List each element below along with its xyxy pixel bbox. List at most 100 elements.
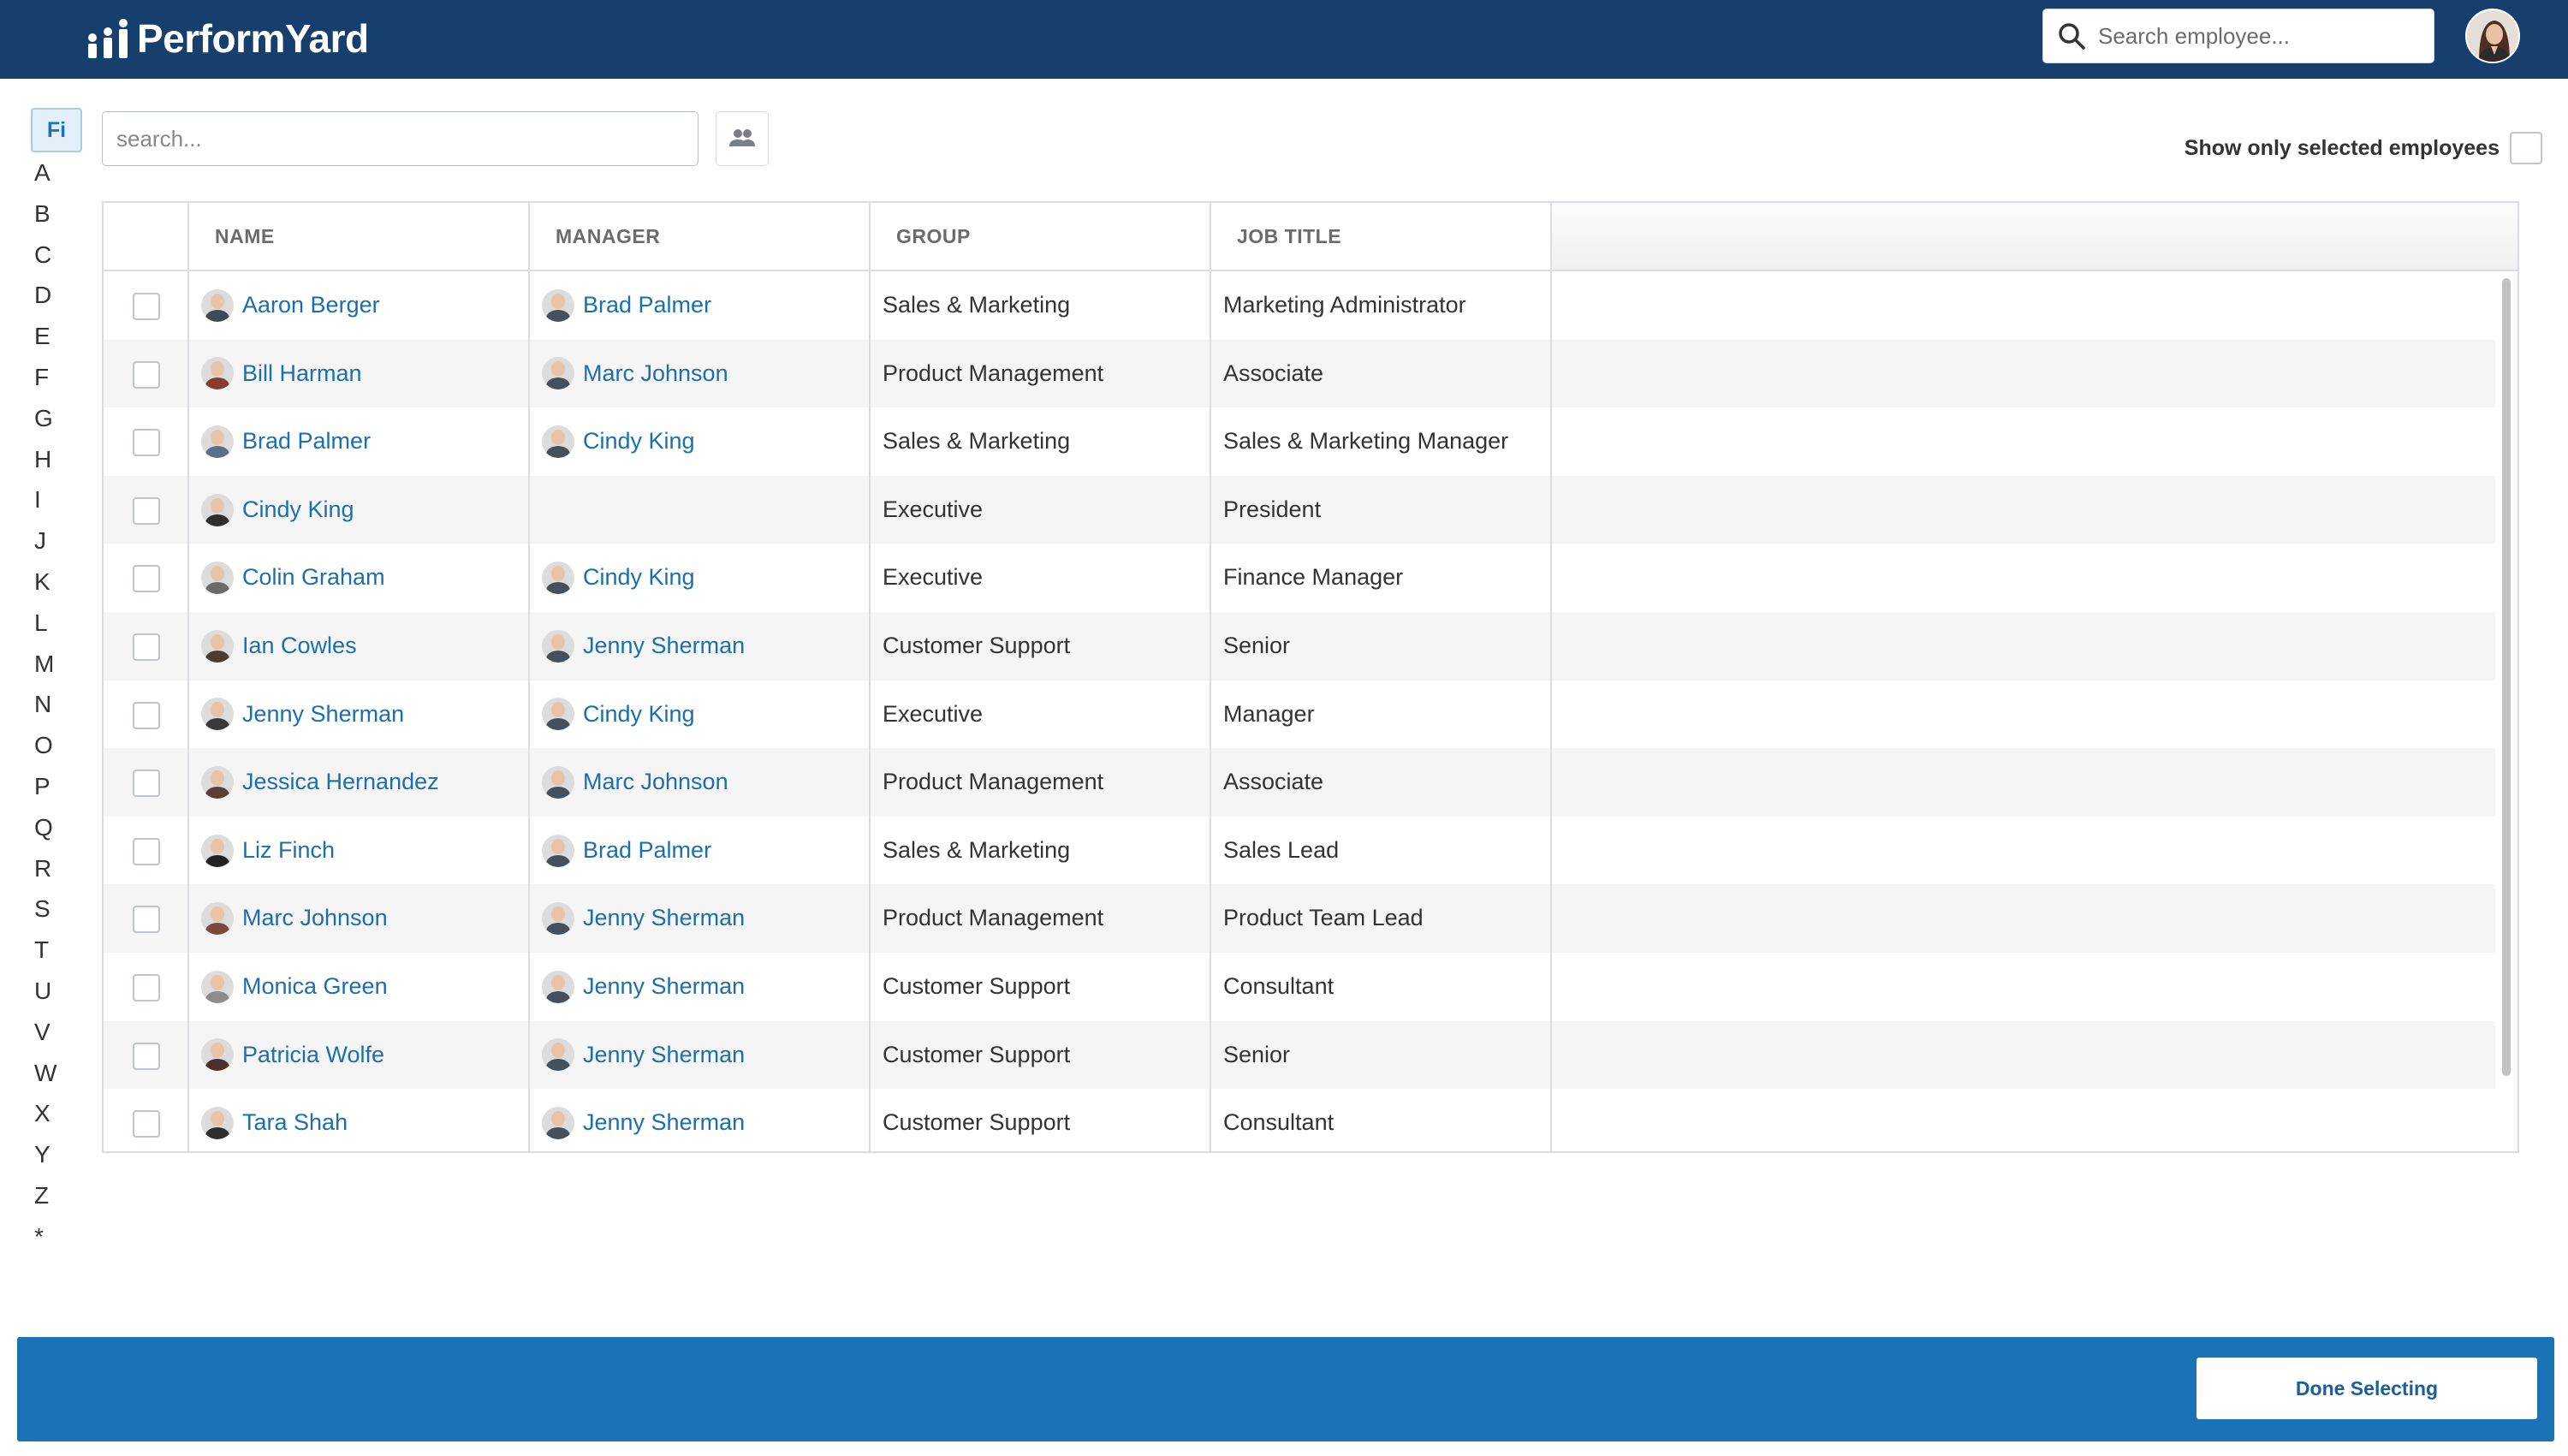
- alphabet-letter[interactable]: P: [31, 766, 86, 807]
- alphabet-letter[interactable]: *: [31, 1216, 86, 1257]
- employee-name-link[interactable]: Jenny Sherman: [242, 680, 404, 749]
- alphabet-letter[interactable]: N: [31, 684, 86, 725]
- row-select-checkbox[interactable]: [133, 906, 160, 934]
- employee-avatar: [201, 629, 234, 663]
- alphabet-letter[interactable]: V: [31, 1012, 86, 1053]
- employee-name-link[interactable]: Bill Harman: [242, 340, 362, 408]
- employee-search[interactable]: [2042, 9, 2434, 63]
- employee-name-link[interactable]: Jessica Hernandez: [242, 748, 439, 817]
- employee-name-link[interactable]: Aaron Berger: [242, 271, 380, 340]
- row-select-checkbox[interactable]: [133, 1042, 160, 1070]
- manager-name-link[interactable]: Jenny Sherman: [583, 953, 745, 1021]
- employee-name-link[interactable]: Tara Shah: [242, 1089, 348, 1151]
- row-select-checkbox[interactable]: [133, 1110, 160, 1138]
- row-select-checkbox[interactable]: [133, 429, 160, 457]
- alphabet-letter[interactable]: C: [31, 235, 86, 276]
- alphabet-letter[interactable]: W: [31, 1053, 86, 1094]
- row-select-checkbox[interactable]: [133, 565, 160, 593]
- manager-name-link[interactable]: Jenny Sherman: [583, 884, 745, 953]
- row-select-checkbox[interactable]: [133, 360, 160, 389]
- table-row[interactable]: Tara Shah Jenny Sherman Customer Support Co…: [104, 1089, 2495, 1151]
- table-row[interactable]: Marc Johnson Jenny Sherman Product Managem…: [104, 884, 2495, 953]
- done-selecting-button[interactable]: Done Selecting: [2196, 1358, 2537, 1419]
- employee-name-cell: Cindy King: [187, 476, 528, 544]
- manager-name-link[interactable]: Cindy King: [583, 544, 695, 612]
- alphabet-letter[interactable]: M: [31, 644, 86, 685]
- row-select-checkbox[interactable]: [133, 770, 160, 798]
- row-select-checkbox[interactable]: [133, 293, 160, 320]
- alphabet-letter[interactable]: J: [31, 520, 86, 562]
- show-selected-toggle[interactable]: Show only selected employees: [2185, 132, 2542, 164]
- employee-name-cell: Patricia Wolfe: [187, 1021, 528, 1090]
- employee-name-link[interactable]: Monica Green: [242, 953, 388, 1021]
- user-avatar[interactable]: [2465, 9, 2520, 63]
- row-select-checkbox[interactable]: [133, 973, 160, 1001]
- manager-name-link[interactable]: Jenny Sherman: [583, 1089, 745, 1151]
- employee-name-link[interactable]: Brad Palmer: [242, 407, 371, 476]
- alphabet-letter[interactable]: G: [31, 398, 86, 439]
- app-logo[interactable]: PerformYard: [86, 12, 369, 65]
- group-filter-button[interactable]: [716, 111, 769, 166]
- alphabet-letter[interactable]: U: [31, 971, 86, 1012]
- table-row[interactable]: Monica Green Jenny Sherman Customer Suppor…: [104, 953, 2495, 1021]
- table-row[interactable]: Brad Palmer Cindy King Sales & Marketing Sa…: [104, 407, 2495, 476]
- column-header-group[interactable]: GROUP: [883, 203, 1223, 270]
- table-row[interactable]: Ian Cowles Jenny Sherman Customer Support S…: [104, 611, 2495, 680]
- manager-name-link[interactable]: Brad Palmer: [583, 271, 711, 340]
- alphabet-letter[interactable]: I: [31, 479, 86, 520]
- manager-cell: Marc Johnson: [528, 340, 869, 408]
- table-row[interactable]: Colin Graham Cindy King Executive Finance M…: [104, 544, 2495, 612]
- alphabet-letter[interactable]: E: [31, 316, 86, 357]
- manager-name-link[interactable]: Jenny Sherman: [583, 612, 745, 680]
- row-select-checkbox[interactable]: [133, 701, 160, 729]
- alphabet-letter[interactable]: Z: [31, 1175, 86, 1216]
- alphabet-letter[interactable]: A: [31, 152, 86, 193]
- manager-avatar: [542, 765, 574, 799]
- alphabet-letter[interactable]: X: [31, 1093, 86, 1134]
- table-row[interactable]: Liz Finch Brad Palmer Sales & Marketing Sal…: [104, 817, 2495, 885]
- manager-name-link[interactable]: Brad Palmer: [583, 817, 711, 885]
- column-divider: [1550, 203, 1552, 1151]
- alphabet-first-name-toggle[interactable]: Fi: [31, 108, 82, 152]
- table-row[interactable]: Patricia Wolfe Jenny Sherman Customer Supp…: [104, 1020, 2495, 1090]
- employee-name-cell: Tara Shah: [187, 1089, 528, 1151]
- employee-search-input[interactable]: [2098, 22, 2415, 50]
- row-select-checkbox[interactable]: [133, 837, 160, 865]
- alphabet-letter[interactable]: Q: [31, 807, 86, 848]
- employee-name-link[interactable]: Marc Johnson: [242, 884, 388, 953]
- manager-name-link[interactable]: Jenny Sherman: [583, 1021, 745, 1090]
- alphabet-letter[interactable]: B: [31, 193, 86, 235]
- alphabet-letter[interactable]: H: [31, 439, 86, 480]
- employee-name-link[interactable]: Liz Finch: [242, 817, 335, 885]
- table-scrollbar[interactable]: [2502, 278, 2511, 1076]
- alphabet-letter[interactable]: D: [31, 275, 86, 316]
- alphabet-letter[interactable]: F: [31, 357, 86, 398]
- manager-name-link[interactable]: Marc Johnson: [583, 340, 728, 408]
- alphabet-letter[interactable]: S: [31, 888, 86, 930]
- show-selected-checkbox[interactable]: [2510, 132, 2542, 164]
- column-header-job-title[interactable]: JOB TITLE: [1223, 203, 1564, 270]
- table-row[interactable]: Jessica Hernandez Marc Johnson Product Man…: [104, 748, 2495, 817]
- alphabet-letter[interactable]: R: [31, 848, 86, 889]
- filter-search-input[interactable]: [102, 111, 698, 166]
- employee-name-link[interactable]: Patricia Wolfe: [242, 1021, 384, 1090]
- row-select-checkbox[interactable]: [133, 633, 160, 661]
- employee-name-link[interactable]: Cindy King: [242, 476, 354, 544]
- alphabet-letter[interactable]: L: [31, 603, 86, 644]
- manager-name-link[interactable]: Marc Johnson: [583, 748, 728, 817]
- table-row[interactable]: Cindy King Executive President: [104, 475, 2495, 544]
- table-row[interactable]: Bill Harman Marc Johnson Product Managemen…: [104, 339, 2495, 408]
- alphabet-letter[interactable]: K: [31, 562, 86, 603]
- row-select-checkbox[interactable]: [133, 496, 160, 525]
- manager-name-link[interactable]: Cindy King: [583, 407, 695, 476]
- alphabet-letter[interactable]: Y: [31, 1134, 86, 1175]
- manager-name-link[interactable]: Cindy King: [583, 680, 695, 749]
- alphabet-letter[interactable]: T: [31, 930, 86, 971]
- alphabet-letter[interactable]: O: [31, 725, 86, 766]
- employee-name-link[interactable]: Ian Cowles: [242, 612, 357, 680]
- column-header-manager[interactable]: MANAGER: [542, 203, 883, 270]
- table-row[interactable]: Aaron Berger Brad Palmer Sales & Marketing…: [104, 271, 2495, 340]
- employee-name-link[interactable]: Colin Graham: [242, 544, 385, 612]
- column-header-name[interactable]: NAME: [201, 203, 542, 270]
- table-row[interactable]: Jenny Sherman Cindy King Executive Manager: [104, 680, 2495, 749]
